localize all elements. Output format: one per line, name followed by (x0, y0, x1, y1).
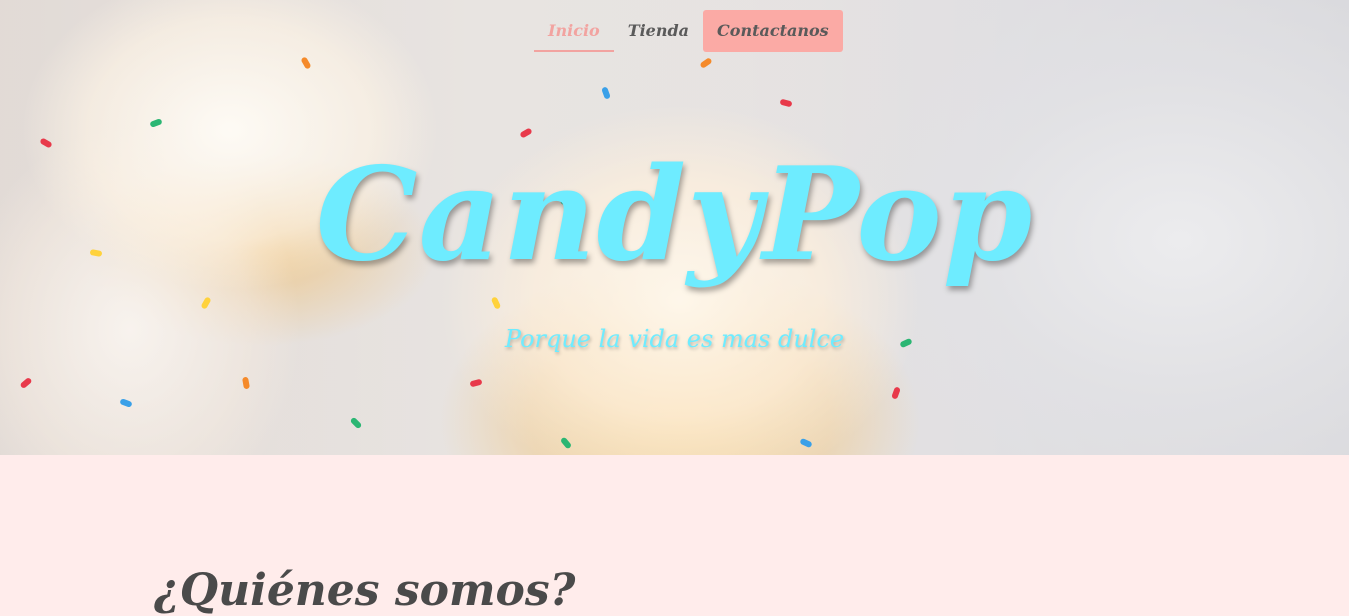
hero-banner: Inicio Tienda Contactanos CandyPop Porqu… (0, 0, 1349, 455)
nav-link-inicio[interactable]: Inicio (534, 10, 614, 52)
nav-link-tienda[interactable]: Tienda (614, 10, 703, 52)
main-nav: Inicio Tienda Contactanos (534, 10, 843, 52)
about-heading: ¿Quiénes somos? (154, 565, 576, 616)
hero-tagline: Porque la vida es mas dulce (504, 325, 845, 353)
nav-button-contactanos[interactable]: Contactanos (703, 10, 843, 52)
about-section: ¿Quiénes somos? (0, 455, 1349, 616)
hero-title: CandyPop (315, 140, 1034, 290)
